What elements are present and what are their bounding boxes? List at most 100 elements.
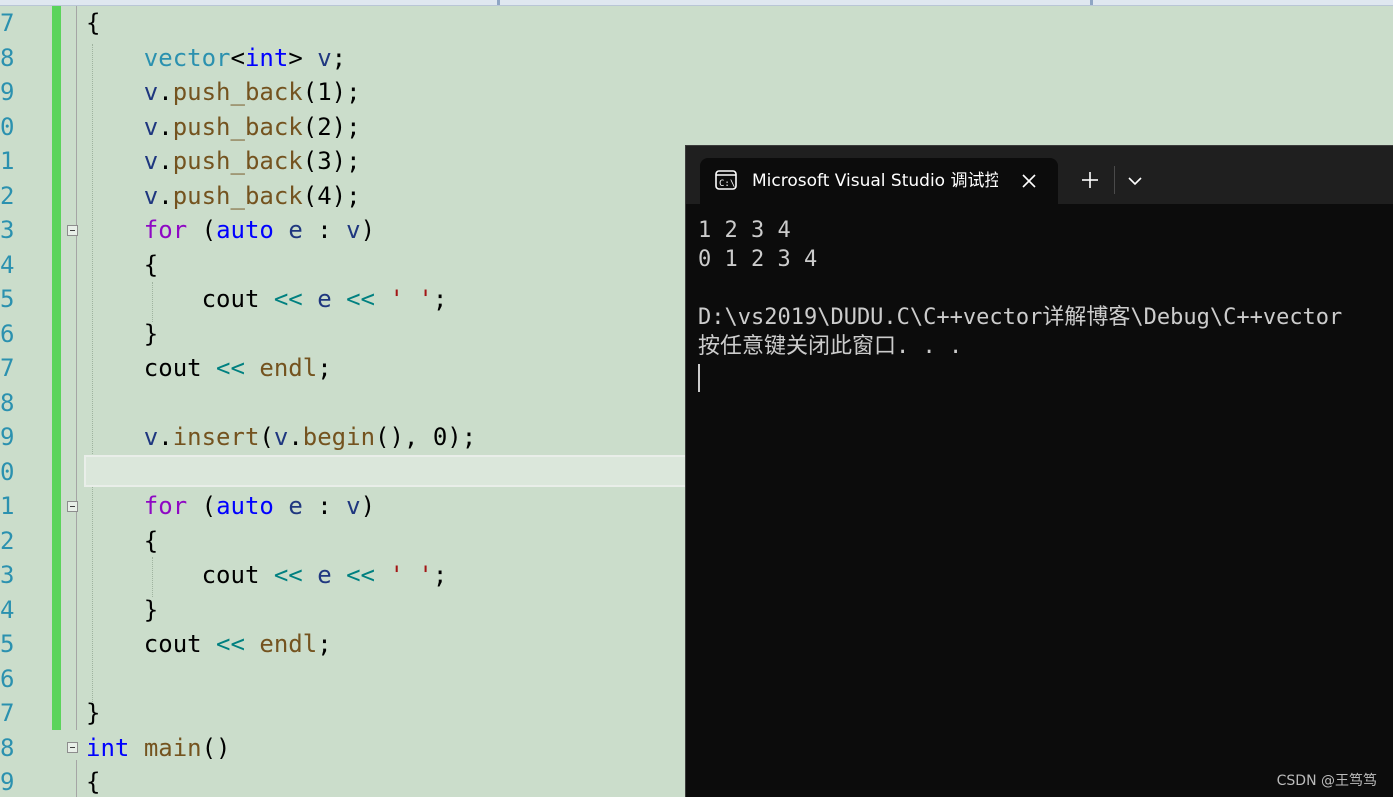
code-token: << bbox=[346, 561, 376, 589]
code-text[interactable]: { bbox=[86, 6, 100, 41]
code-token: << bbox=[216, 354, 245, 382]
console-tab[interactable]: C:\ Microsoft Visual Studio 调试控制台 bbox=[700, 158, 1058, 204]
text-cursor bbox=[698, 364, 700, 392]
code-token: . bbox=[158, 112, 173, 141]
code-token: v bbox=[143, 423, 159, 451]
code-token: e bbox=[317, 285, 332, 313]
code-token: cout bbox=[86, 561, 274, 589]
code-token: . bbox=[158, 181, 173, 210]
line-number: 0 bbox=[0, 112, 15, 141]
code-text[interactable]: cout << e << ' '; bbox=[86, 282, 448, 317]
code-token: e bbox=[288, 492, 303, 520]
code-text[interactable]: int main() bbox=[86, 731, 231, 766]
code-text[interactable]: v.push_back(2); bbox=[86, 110, 361, 145]
code-text[interactable]: { bbox=[86, 524, 158, 559]
plus-icon[interactable] bbox=[1078, 168, 1102, 192]
watermark: CSDN @王笃笃 bbox=[1276, 773, 1377, 789]
code-token: v bbox=[273, 423, 289, 451]
line-number: 1 bbox=[0, 147, 15, 175]
code-text[interactable]: cout << e << ' '; bbox=[86, 558, 448, 593]
line-number: 8 bbox=[0, 43, 15, 72]
code-token: ; bbox=[317, 354, 332, 382]
code-token: ( bbox=[259, 423, 274, 451]
line-number: 3 bbox=[0, 216, 15, 244]
code-token: : bbox=[302, 216, 347, 244]
code-text[interactable]: for (auto e : v) bbox=[86, 213, 375, 248]
code-token: cout bbox=[86, 630, 217, 658]
code-token: << bbox=[273, 285, 303, 313]
code-token: << bbox=[273, 561, 303, 589]
code-text[interactable]: v.push_back(4); bbox=[86, 179, 361, 214]
console-output[interactable]: 1 2 3 4 0 1 2 3 4 D:\vs2019\DUDU.C\C++vect… bbox=[698, 216, 1393, 361]
code-token: auto bbox=[216, 492, 274, 520]
console-titlebar[interactable]: C:\ Microsoft Visual Studio 调试控制台 bbox=[686, 146, 1393, 204]
code-token: v bbox=[143, 147, 159, 175]
code-text[interactable]: vector<int> v; bbox=[86, 41, 346, 76]
code-token: ( bbox=[187, 216, 217, 244]
code-text[interactable]: v.insert(v.begin(), 0); bbox=[86, 420, 476, 455]
code-token: cout bbox=[86, 354, 217, 382]
line-number: 9 bbox=[0, 768, 15, 796]
code-token: push_back bbox=[172, 112, 303, 141]
chevron-down-icon[interactable] bbox=[1124, 170, 1146, 192]
code-token: ; bbox=[317, 630, 332, 658]
line-number: 0 bbox=[0, 457, 15, 486]
code-line[interactable]: 0 v.push_back(2); bbox=[0, 110, 1393, 145]
code-token: push_back bbox=[172, 78, 303, 106]
code-token: . bbox=[288, 423, 303, 451]
code-token: push_back bbox=[172, 181, 303, 210]
code-token: v bbox=[143, 181, 159, 210]
code-text[interactable]: cout << endl; bbox=[86, 351, 332, 386]
svg-text:C:\: C:\ bbox=[719, 179, 735, 189]
code-token: vector bbox=[143, 43, 231, 72]
code-line[interactable]: 9 v.push_back(1); bbox=[0, 75, 1393, 110]
code-token: } bbox=[86, 699, 101, 727]
code-text[interactable]: v.push_back(1); bbox=[86, 75, 361, 110]
line-number: 9 bbox=[0, 78, 15, 106]
code-text[interactable]: { bbox=[86, 765, 100, 797]
line-number: 6 bbox=[0, 319, 15, 348]
code-token: : bbox=[302, 492, 347, 520]
line-number: 6 bbox=[0, 664, 15, 693]
code-token: endl bbox=[259, 354, 318, 382]
code-token: { bbox=[86, 9, 101, 37]
code-token: . bbox=[158, 147, 173, 175]
code-text[interactable]: for (auto e : v) bbox=[86, 489, 375, 524]
code-token: ' ' bbox=[389, 561, 433, 589]
line-number: 7 bbox=[0, 9, 15, 37]
code-text[interactable]: } bbox=[86, 317, 158, 352]
line-number: 8 bbox=[0, 388, 15, 417]
code-text[interactable]: { bbox=[86, 248, 158, 283]
code-text[interactable]: v.push_back(3); bbox=[86, 144, 361, 179]
code-text[interactable]: } bbox=[86, 593, 158, 628]
line-number: 2 bbox=[0, 181, 15, 210]
code-token: v bbox=[143, 112, 159, 141]
line-number: 5 bbox=[0, 285, 15, 313]
line-number: 1 bbox=[0, 492, 15, 520]
close-icon[interactable] bbox=[1018, 170, 1040, 192]
code-token: ( bbox=[187, 492, 217, 520]
console-output-line: 1 2 3 4 bbox=[698, 218, 791, 243]
line-number: 2 bbox=[0, 526, 15, 555]
debug-console-window[interactable]: C:\ Microsoft Visual Studio 调试控制台 1 2 3 … bbox=[685, 145, 1393, 797]
code-token: for bbox=[143, 216, 188, 244]
code-text[interactable]: } bbox=[86, 696, 100, 731]
console-output-line: 0 1 2 3 4 bbox=[698, 247, 818, 272]
code-token: (), 0); bbox=[375, 423, 477, 451]
code-line[interactable]: 7{ bbox=[0, 6, 1393, 41]
code-line[interactable]: 8 vector<int> v; bbox=[0, 41, 1393, 76]
console-output-line: D:\vs2019\DUDU.C\C++vector详解博客\Debug\C++… bbox=[698, 305, 1343, 330]
code-text[interactable]: cout << endl; bbox=[86, 627, 332, 662]
line-number: 7 bbox=[0, 699, 15, 727]
